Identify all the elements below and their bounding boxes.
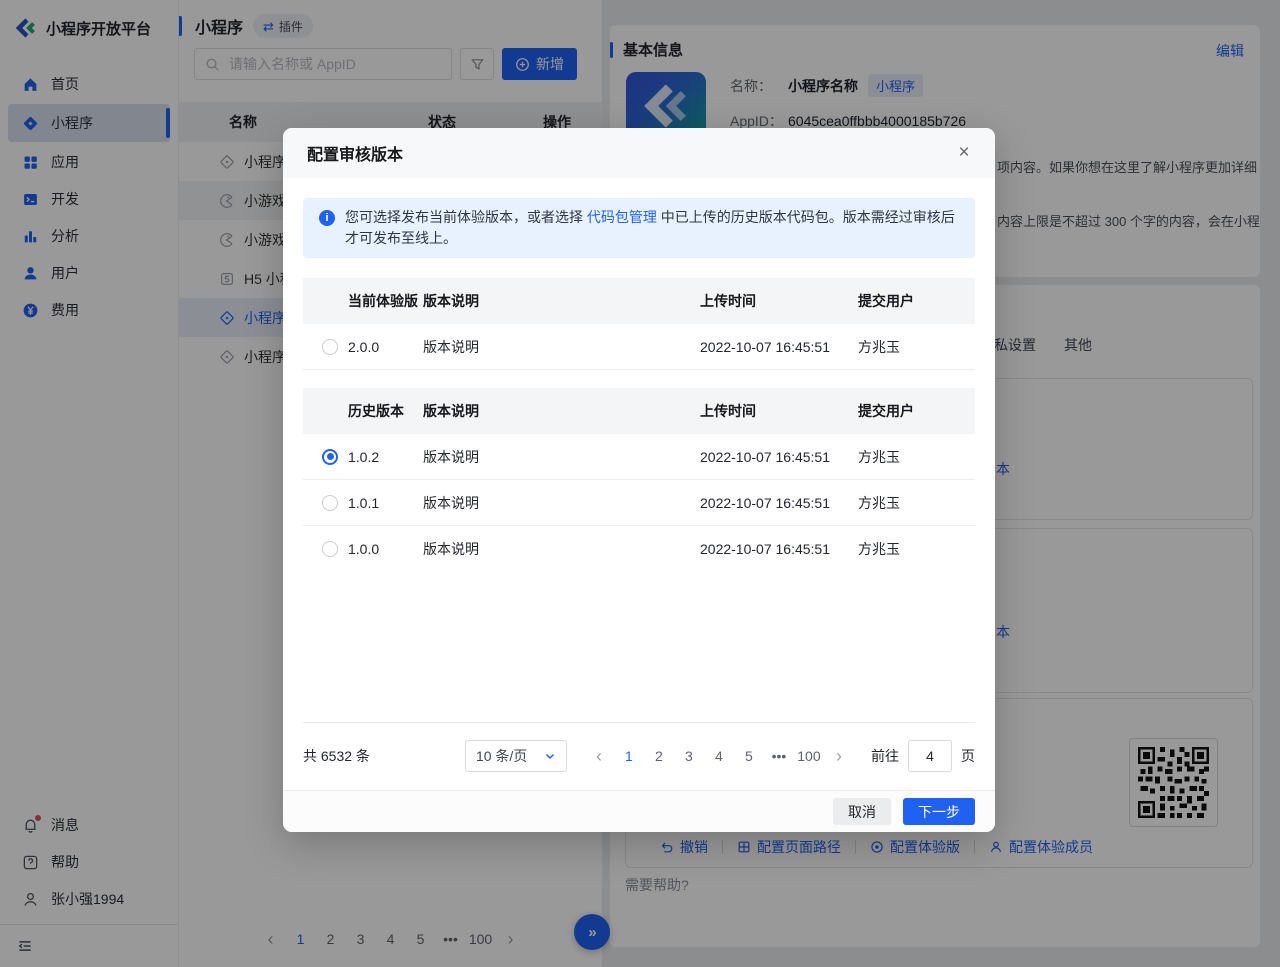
configure-review-version-modal: 配置审核版本 × i 您可选择发布当前体验版本，或者选择 代码包管理 中已上传的… — [283, 128, 995, 832]
current-version-table: 当前体验版 版本说明 上传时间 提交用户 2.0.0 版本说明 2022-10-… — [303, 278, 975, 370]
submit-user: 方兆玉 — [858, 337, 975, 357]
page-number[interactable]: 5 — [737, 744, 761, 768]
page-number[interactable]: 2 — [647, 744, 671, 768]
version-desc: 版本说明 — [423, 539, 700, 559]
modal-header: 配置审核版本 × — [283, 128, 995, 178]
col-submit-user: 提交用户 — [858, 291, 975, 311]
info-icon: i — [319, 210, 335, 226]
version-number: 1.0.1 — [348, 495, 379, 511]
col-submit-user: 提交用户 — [858, 401, 975, 421]
page-size-select[interactable]: 10 条/页 — [465, 740, 567, 772]
col-history-version: 历史版本 — [303, 401, 423, 421]
submit-user: 方兆玉 — [858, 539, 975, 559]
version-row[interactable]: 1.0.1 版本说明 2022-10-07 16:45:51 方兆玉 — [303, 480, 975, 526]
chevron-down-icon — [544, 750, 556, 762]
col-version-desc: 版本说明 — [423, 291, 700, 311]
goto-page-input[interactable] — [908, 740, 952, 772]
version-number: 1.0.2 — [348, 449, 379, 465]
page-number[interactable]: 4 — [707, 744, 731, 768]
submit-user: 方兆玉 — [858, 447, 975, 467]
upload-time: 2022-10-07 16:45:51 — [700, 541, 858, 557]
modal-body: i 您可选择发布当前体验版本，或者选择 代码包管理 中已上传的历史版本代码包。版… — [283, 178, 995, 790]
page-number[interactable]: 100 — [797, 744, 821, 768]
page-number[interactable]: 1 — [617, 744, 641, 768]
prev-page-button[interactable]: ‹ — [587, 744, 611, 768]
modal-pagination: 共 6532 条 10 条/页 ‹ 1 2 3 4 5 ••• 100 › — [303, 723, 975, 789]
cancel-button[interactable]: 取消 — [833, 798, 891, 825]
version-radio-checked[interactable] — [322, 449, 338, 465]
upload-time: 2022-10-07 16:45:51 — [700, 449, 858, 465]
total-count: 共 6532 条 — [303, 746, 370, 766]
page-list: ‹ 1 2 3 4 5 ••• 100 › — [587, 744, 851, 768]
goto-label: 前往 — [871, 746, 899, 766]
version-desc: 版本说明 — [423, 337, 700, 357]
next-page-button[interactable]: › — [827, 744, 851, 768]
version-row[interactable]: 2.0.0 版本说明 2022-10-07 16:45:51 方兆玉 — [303, 324, 975, 370]
banner-text: 您可选择发布当前体验版本，或者选择 — [345, 209, 587, 225]
version-row[interactable]: 1.0.0 版本说明 2022-10-07 16:45:51 方兆玉 — [303, 526, 975, 572]
screen: 小程序开放平台 首页 小程序 应用 — [0, 0, 1280, 967]
close-icon[interactable]: × — [951, 140, 977, 166]
page-ellipsis[interactable]: ••• — [767, 744, 791, 768]
page-number[interactable]: 3 — [677, 744, 701, 768]
col-upload-time: 上传时间 — [700, 291, 858, 311]
version-number: 1.0.0 — [348, 541, 379, 557]
submit-user: 方兆玉 — [858, 493, 975, 513]
version-radio[interactable] — [322, 541, 338, 557]
version-desc: 版本说明 — [423, 447, 700, 467]
table-header: 历史版本 版本说明 上传时间 提交用户 — [303, 388, 975, 434]
info-banner: i 您可选择发布当前体验版本，或者选择 代码包管理 中已上传的历史版本代码包。版… — [303, 198, 975, 258]
code-package-link[interactable]: 代码包管理 — [587, 209, 657, 225]
next-step-button[interactable]: 下一步 — [903, 798, 975, 825]
page-size-value: 10 条/页 — [476, 746, 527, 766]
col-current-version: 当前体验版 — [303, 291, 423, 311]
history-version-table: 历史版本 版本说明 上传时间 提交用户 1.0.2 版本说明 2022-10-0… — [303, 388, 975, 723]
upload-time: 2022-10-07 16:45:51 — [700, 495, 858, 511]
version-row-selected[interactable]: 1.0.2 版本说明 2022-10-07 16:45:51 方兆玉 — [303, 434, 975, 480]
version-number: 2.0.0 — [348, 339, 379, 355]
goto-suffix: 页 — [961, 746, 975, 766]
modal-title: 配置审核版本 — [307, 141, 403, 165]
version-radio[interactable] — [322, 339, 338, 355]
version-desc: 版本说明 — [423, 493, 700, 513]
table-header: 当前体验版 版本说明 上传时间 提交用户 — [303, 278, 975, 324]
col-upload-time: 上传时间 — [700, 401, 858, 421]
modal-footer: 取消 下一步 — [283, 790, 995, 832]
version-radio[interactable] — [322, 495, 338, 511]
goto-page: 前往 页 — [871, 740, 975, 772]
col-version-desc: 版本说明 — [423, 401, 700, 421]
upload-time: 2022-10-07 16:45:51 — [700, 339, 858, 355]
